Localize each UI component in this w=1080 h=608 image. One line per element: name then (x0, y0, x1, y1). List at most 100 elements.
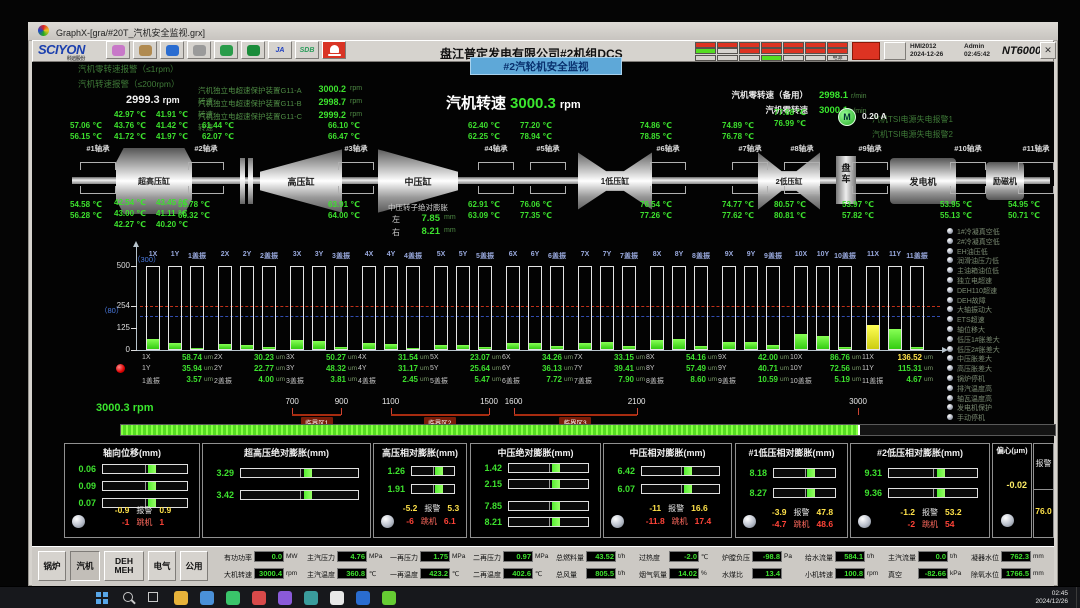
vibration-bar-fill (435, 345, 447, 349)
nav-button[interactable]: DEH MEH (104, 551, 144, 581)
display-icon[interactable] (214, 41, 238, 59)
taskbar-date: 2024/12/26 (1010, 598, 1068, 606)
bearing-bracket-bottom (478, 186, 514, 194)
machine-icon[interactable] (187, 41, 211, 59)
taskview-icon[interactable] (148, 592, 158, 602)
vibration-bar-fill (241, 345, 253, 349)
panel-value: 0.09 (66, 481, 96, 491)
vibration-value-unit: um (780, 354, 789, 361)
nav-field-unit: mm (1033, 553, 1044, 560)
bearing-temp: 77.62 ℃ (722, 211, 778, 220)
vibration-value: 36.13 (524, 364, 562, 373)
vibration-value-unit: um (348, 354, 357, 361)
bearing-label: #9轴承 (848, 143, 892, 154)
tsi-alarm-label: 汽机TSI电源失电报警2 (872, 129, 953, 140)
status-item-label: DEH110超速 (957, 286, 997, 296)
bearing-temp: 76.99 ℃ (774, 119, 830, 128)
alarm-high: 16.6 (691, 503, 708, 514)
nav-field-unit: ℃ (701, 553, 708, 561)
app-icon-1[interactable] (226, 591, 240, 605)
panel-value: 9.36 (852, 488, 882, 498)
bearing-bracket-top (950, 162, 986, 170)
critical-zone-line (292, 414, 341, 416)
vibration-bar-fill (723, 342, 735, 349)
app-icon-6[interactable] (356, 591, 370, 605)
vibration-value-unit: um (420, 376, 429, 383)
bearing-label: #1轴承 (76, 143, 120, 154)
vibration-value-unit: um (492, 376, 501, 383)
nav-button[interactable]: 锅炉 (38, 551, 66, 581)
status-led (947, 238, 953, 244)
vibration-bar-fill (335, 347, 347, 349)
trip-label: 跳机 (421, 516, 437, 527)
alarm-grid-cell (739, 42, 760, 48)
nav-field-value: -82.66 (918, 568, 948, 579)
vibration-bar-label: 7X (578, 251, 592, 258)
master-alarm-cell[interactable] (852, 42, 880, 60)
close-button[interactable]: ✕ (1040, 42, 1056, 59)
folder-icon[interactable] (241, 41, 265, 59)
nav-field-label: 小机转速 (805, 570, 834, 580)
ja-logo-icon[interactable]: JA (268, 41, 292, 59)
vibration-value: 54.16 (668, 353, 706, 362)
search-icon[interactable] (122, 591, 136, 605)
trip-label: 跳机 (672, 516, 688, 527)
bearing-label: #2轴承 (184, 143, 228, 154)
nav-button[interactable]: 电气 (148, 551, 176, 581)
alarm-grid-cell (739, 48, 760, 54)
nav-button[interactable]: 公用 (180, 551, 208, 581)
browser-icon[interactable] (200, 591, 214, 605)
status-item-label: 润滑油压力低 (957, 256, 999, 266)
nav-field-label: 主汽流量 (888, 553, 917, 563)
ramp-tick-label: 2100 (623, 397, 651, 406)
vibration-bar-label: 11盖振 (904, 251, 930, 261)
icon-glyph (193, 45, 206, 56)
app-icon-3[interactable] (278, 591, 292, 605)
bearing-temp: 74.77 ℃ (722, 200, 778, 209)
ip-expansion-label: 中压转子绝对膨胀 (388, 202, 448, 213)
vibration-value: 10.59 (740, 375, 778, 384)
vibration-bar-label: 4盖振 (400, 251, 426, 261)
nav-field-unit: rpm (867, 570, 878, 577)
alarm-high: 53.2 (945, 507, 962, 518)
vibration-bar-label: 2X (218, 251, 232, 258)
folder-icon[interactable] (174, 591, 188, 605)
bearing-temp: 74.86 ℃ (640, 121, 696, 130)
vibration-bar-fill (889, 329, 901, 349)
app-icon-7[interactable] (382, 591, 396, 605)
taskbar-clock[interactable]: 02:45 2024/12/26 (1010, 590, 1068, 606)
hmi-station-label: HMI2012 (910, 43, 936, 50)
show-desktop-button[interactable] (1076, 587, 1080, 608)
sdb-logo-icon[interactable]: SDB (295, 41, 319, 59)
vibration-value: 7.72 (524, 375, 562, 384)
monitor-icon[interactable] (160, 41, 184, 59)
panel-gauge (508, 463, 589, 473)
nav-field-unit: t/h (618, 553, 625, 560)
uhp-temp: 42.97 ℃ (114, 110, 154, 119)
panel-gauge (240, 468, 359, 478)
vibration-value: 3.81 (308, 375, 346, 384)
vibration-value: 34.26 (524, 353, 562, 362)
contacts-icon[interactable] (106, 41, 130, 59)
nav-field-label: 主汽温度 (307, 570, 336, 580)
nav-button[interactable]: 汽机 (70, 551, 100, 581)
disk-icon[interactable] (133, 41, 157, 59)
turning-gear-label: 盘车 (840, 163, 852, 185)
vibration-value: 50.27 (308, 353, 346, 362)
panel-value: 6.42 (605, 466, 635, 476)
vibration-bar (406, 266, 420, 350)
app-icon-2[interactable] (252, 591, 266, 605)
alarm-bell-icon[interactable] (322, 41, 346, 59)
session-date: 2024-12-26 (910, 51, 943, 58)
uhp-temp: 41.97 ℃ (156, 132, 196, 141)
nav-field-unit: rpm (286, 570, 297, 577)
app-icon-5[interactable] (330, 591, 344, 605)
vibration-value: 8.60 (668, 375, 706, 384)
app-icon-4[interactable] (304, 591, 318, 605)
nav-field-value: -2.0 (669, 551, 699, 562)
bearing-temp: 77.68 ℃ (774, 108, 830, 117)
start-icon[interactable] (96, 592, 101, 597)
panel-trip-row: -11.8跳机17.4 (629, 516, 728, 527)
panel-value: 1.26 (375, 466, 405, 476)
g11-unit: rpm (350, 111, 362, 118)
